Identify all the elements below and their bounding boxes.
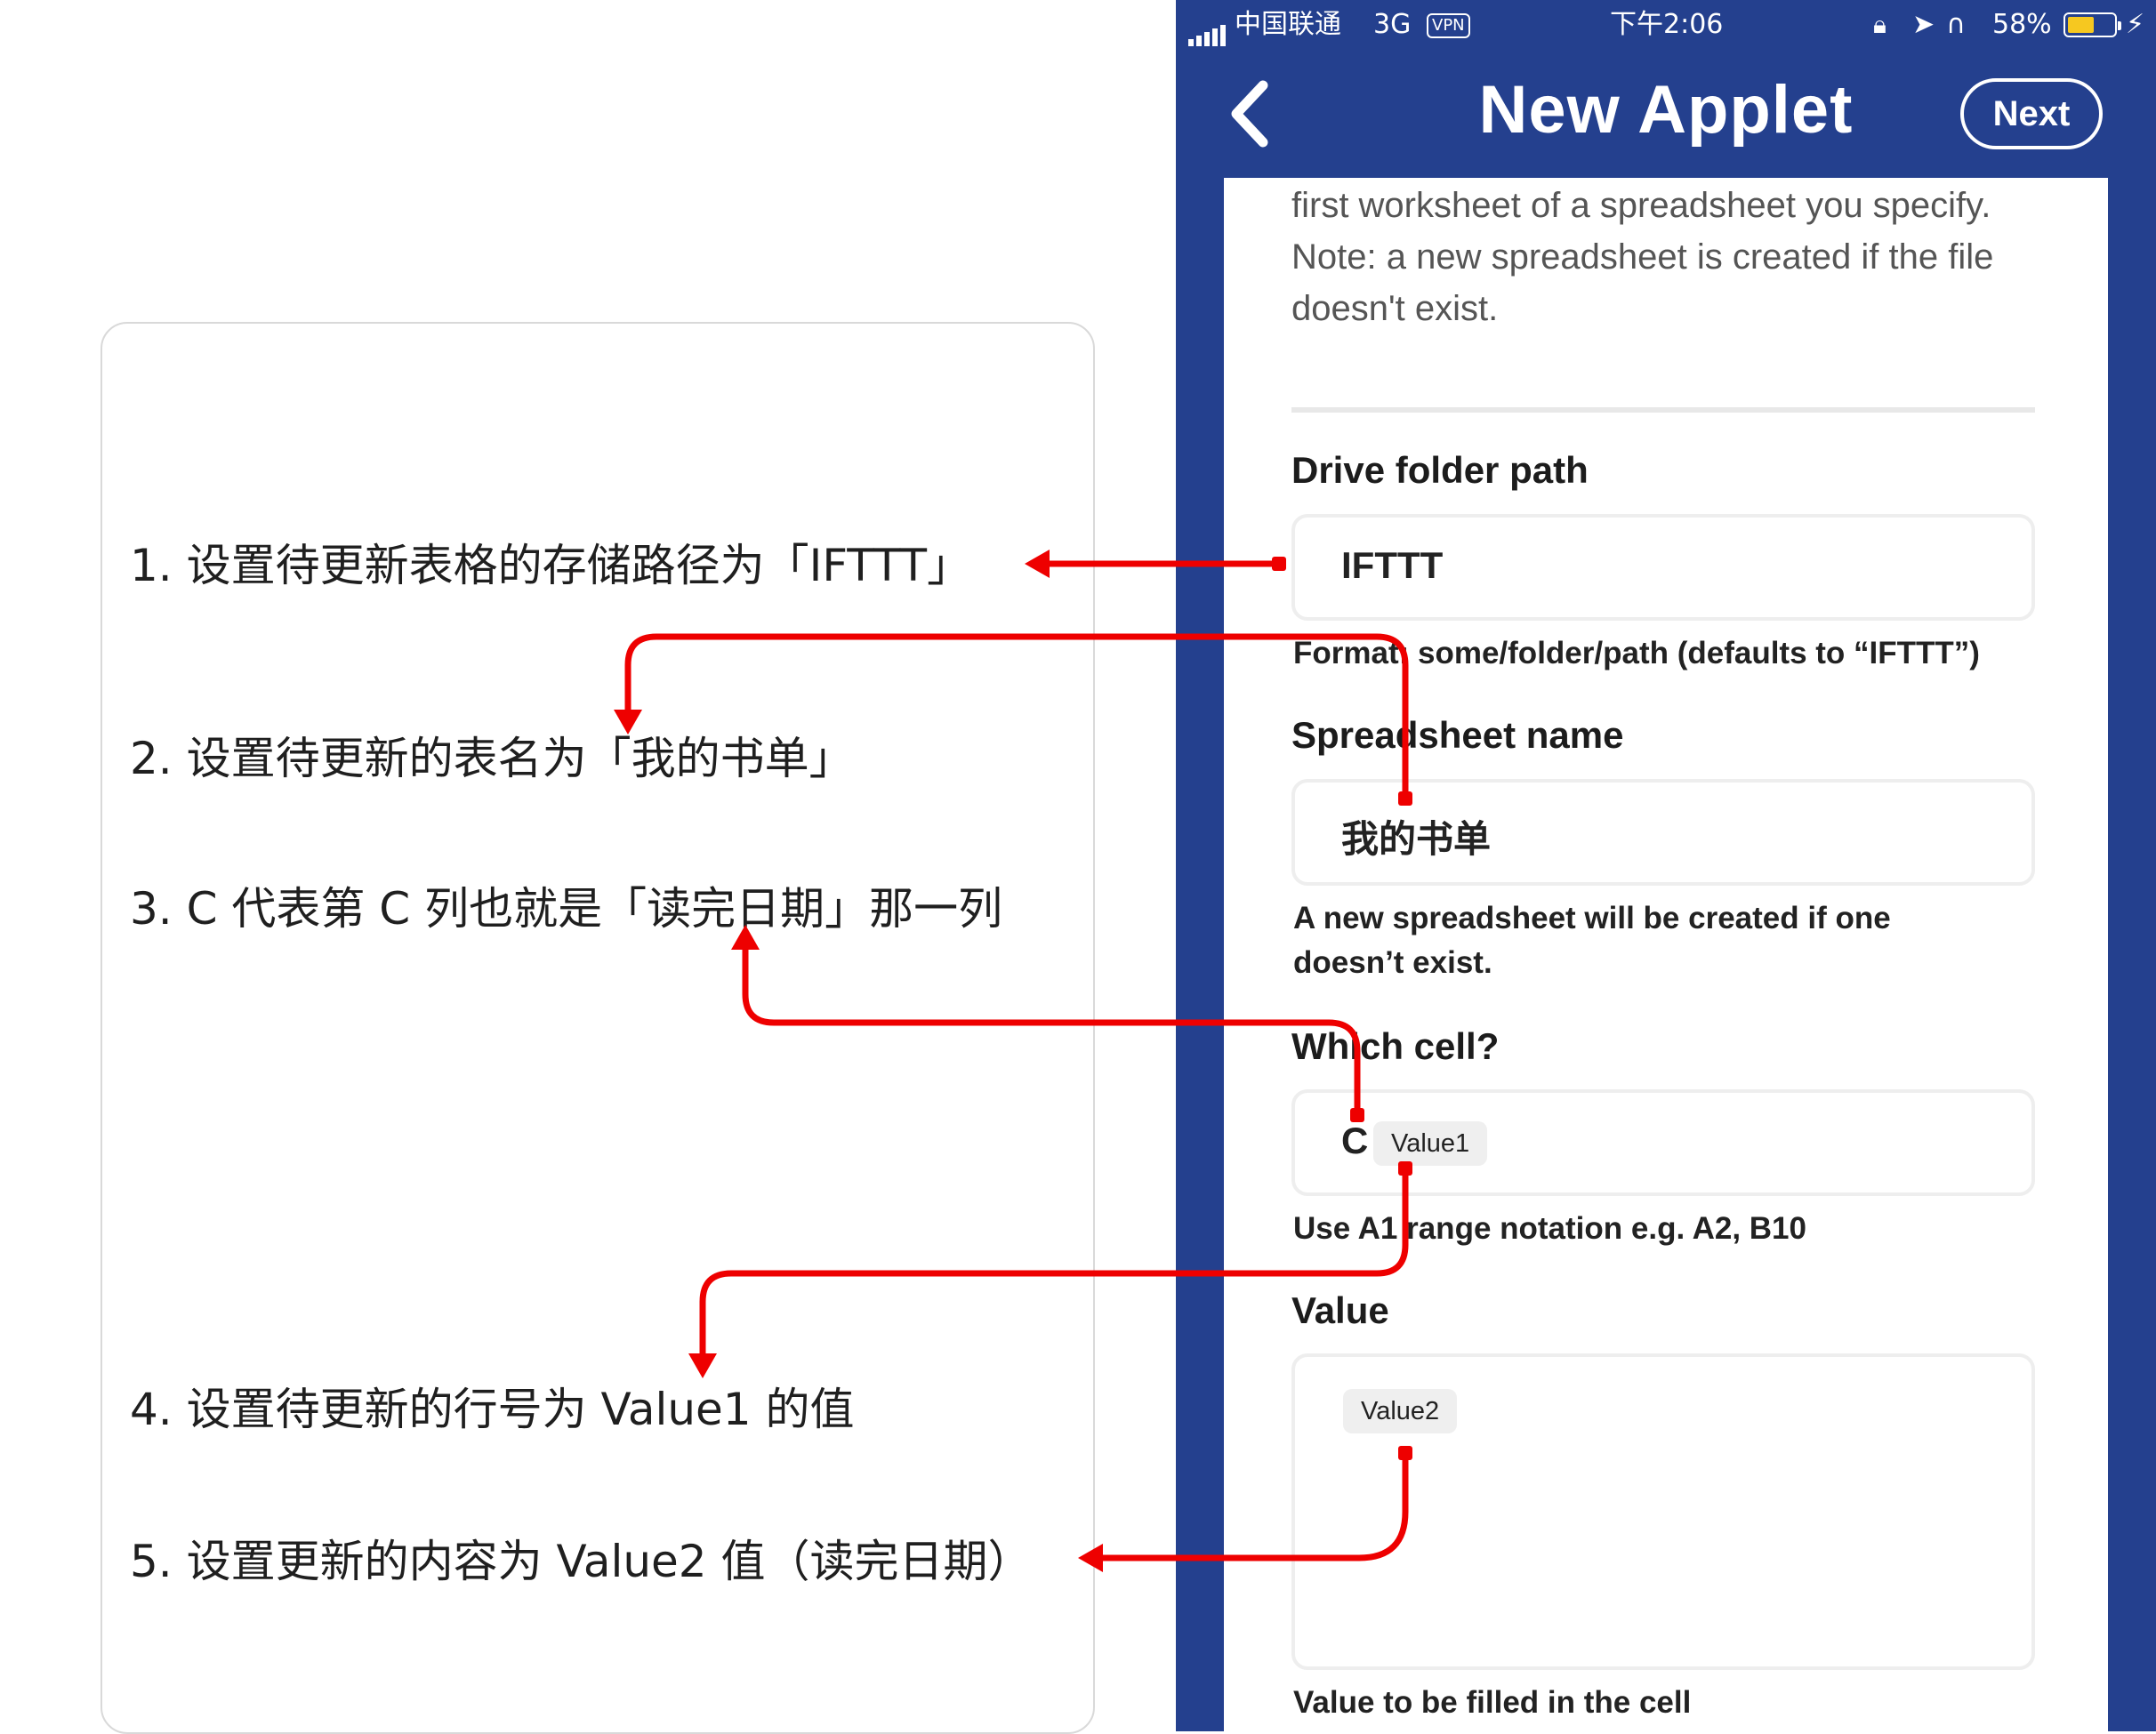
battery-percent: 58% [1992, 9, 2052, 40]
network-label: 3G [1373, 9, 1412, 40]
ingredient-chip-value2[interactable]: Value2 [1343, 1389, 1458, 1433]
note-1: 1. 设置待更新表格的存储路径为「IFTTT」 [130, 540, 972, 591]
charging-icon: ⚡︎ [2126, 9, 2145, 40]
headphones-icon: ∩ [1946, 9, 1966, 40]
vpn-badge: VPN [1427, 13, 1470, 38]
note-2: 2. 设置待更新的表名为「我的书单」 [130, 733, 854, 784]
note-5: 5. 设置更新的内容为 Value2 值（读完日期） [130, 1536, 1033, 1587]
drive-folder-help: Format: some/folder/path (defaults to “I… [1293, 636, 1980, 670]
carrier-label: 中国联通 [1235, 9, 1341, 40]
note-3: 3. C 代表第 C 列也就是「读完日期」那一列 [130, 883, 1003, 935]
which-cell-help: Use A1 range notation e.g. A2, B10 [1293, 1211, 1806, 1246]
status-bar: 中国联通 3G VPN 下午2:06 🔒︎ ➤ ∩ 58% ⚡︎ [1176, 0, 2156, 50]
drive-folder-label: Drive folder path [1291, 449, 1589, 491]
action-description: first worksheet of a spreadsheet you spe… [1291, 186, 1994, 328]
clock-label: 下午2:06 [1610, 9, 1724, 40]
which-cell-value: C [1341, 1120, 1369, 1161]
note-4: 4. 设置待更新的行号为 Value1 的值 [130, 1384, 855, 1435]
which-cell-field[interactable]: C Value1 [1291, 1089, 2035, 1196]
navigation-bar: New Applet Next [1176, 50, 2156, 178]
drive-folder-field[interactable]: IFTTT [1291, 514, 2035, 621]
spreadsheet-name-field[interactable]: 我的书单 [1291, 779, 2035, 886]
value-field[interactable]: Value2 [1291, 1353, 2035, 1670]
location-icon: ➤ [1912, 9, 1935, 40]
form-content[interactable]: first worksheet of a spreadsheet you spe… [1224, 178, 2108, 1731]
divider [1291, 407, 2035, 413]
next-button[interactable]: Next [1960, 78, 2103, 149]
drive-folder-value: IFTTT [1341, 544, 1444, 586]
value-help: Value to be filled in the cell [1293, 1685, 1692, 1720]
spreadsheet-name-value: 我的书单 [1341, 818, 1492, 860]
spreadsheet-help-line1: A new spreadsheet will be created if one [1293, 901, 1891, 935]
spreadsheet-help-line2: doesn’t exist. [1293, 945, 1492, 980]
value-label: Value [1291, 1289, 1389, 1331]
phone-screen: 中国联通 3G VPN 下午2:06 🔒︎ ➤ ∩ 58% ⚡︎ New App… [1176, 0, 2156, 1731]
battery-icon [2063, 12, 2121, 37]
which-cell-label: Which cell? [1291, 1025, 1500, 1067]
rotation-lock-icon: 🔒︎ [1873, 10, 1886, 39]
spreadsheet-name-label: Spreadsheet name [1291, 714, 1624, 756]
annotation-card [101, 322, 1095, 1734]
signal-icon [1188, 15, 1228, 46]
ingredient-chip-value1[interactable]: Value1 [1373, 1121, 1488, 1166]
